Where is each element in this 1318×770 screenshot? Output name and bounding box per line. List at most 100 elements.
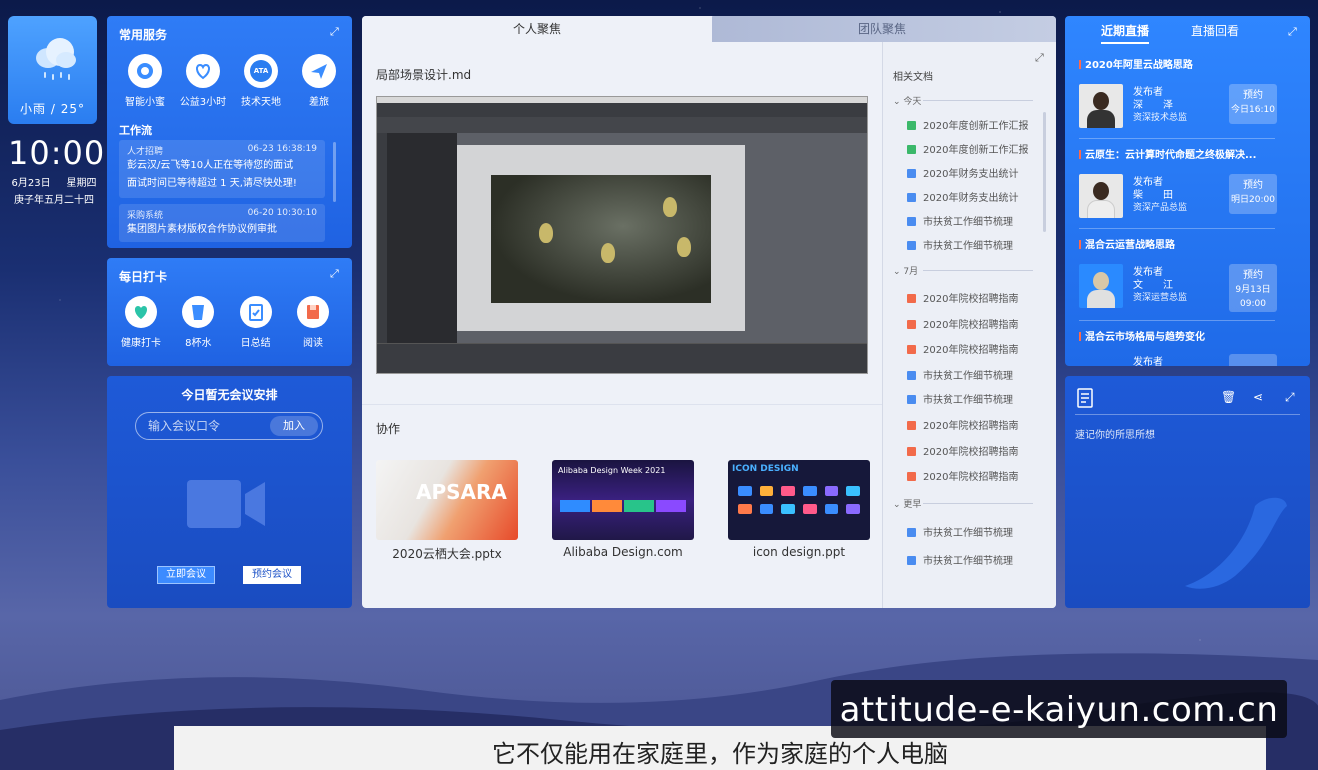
expand-icon[interactable]: ⤢ bbox=[1035, 52, 1047, 64]
doc-group-july[interactable]: ⌄ 7月 bbox=[893, 264, 918, 277]
share-icon[interactable]: ⋖ bbox=[1253, 390, 1263, 404]
note-input[interactable]: 速记你的所思所想 bbox=[1075, 426, 1155, 441]
tab-live-replay[interactable]: 直播回看 bbox=[1191, 22, 1239, 39]
reserve-button[interactable] bbox=[1229, 354, 1277, 366]
expand-icon[interactable]: ⤢ bbox=[330, 268, 342, 280]
doc-item[interactable]: 2020年财务支出统计 bbox=[907, 165, 1018, 180]
services-list: 智能小蜜 公益3小时 ATA 技术天地 差旅 bbox=[117, 54, 347, 108]
live-item-title[interactable]: 云原生：云计算时代命题之终极解决... bbox=[1079, 146, 1256, 161]
tab-personal-focus[interactable]: 个人聚焦 bbox=[362, 16, 712, 42]
checkin-item-water[interactable]: 8杯水 bbox=[176, 296, 220, 349]
doc-item[interactable]: 2020年院校招聘指南 bbox=[907, 443, 1018, 458]
service-label: 技术天地 bbox=[241, 97, 281, 108]
focus-panel: 团队聚焦 个人聚焦 局部场景设计.md 协作 APSARA 2020云栖大会.p… bbox=[362, 16, 1056, 608]
thumbnail-alibaba-design[interactable]: Alibaba Design Week 2021 bbox=[552, 460, 694, 540]
services-title: 常用服务 bbox=[119, 28, 168, 42]
checkin-label: 阅读 bbox=[302, 338, 323, 349]
meeting-code-input[interactable]: 输入会议口令 加入 bbox=[135, 412, 323, 440]
video-camera-icon bbox=[187, 480, 265, 528]
docs-scrollbar[interactable] bbox=[1043, 112, 1046, 232]
tab-team-focus[interactable]: 团队聚焦 bbox=[708, 16, 1056, 42]
weather-widget[interactable]: 小雨 / 25° bbox=[8, 16, 97, 124]
meeting-panel: 今日暂无会议安排 输入会议口令 加入 立即会议 预约会议 bbox=[107, 376, 352, 608]
live-item-title[interactable]: 2020年阿里云战略思路 bbox=[1079, 56, 1193, 71]
related-docs-title: 相关文档 bbox=[893, 72, 933, 83]
expand-icon[interactable]: ⤢ bbox=[1288, 26, 1300, 38]
checkin-item-reading[interactable]: 阅读 bbox=[291, 296, 335, 349]
live-item-meta: 发布者 深 泽 资深技术总监 bbox=[1133, 87, 1188, 123]
collab-title: 协作 bbox=[376, 422, 401, 436]
scene-image bbox=[491, 175, 711, 303]
file-title[interactable]: 局部场景设计.md bbox=[376, 66, 471, 83]
airplane-icon bbox=[302, 54, 336, 88]
watermark: attitude-e-kaiyun.com.cn bbox=[831, 680, 1287, 738]
service-item-travel[interactable]: 差旅 bbox=[291, 54, 347, 108]
doc-item[interactable]: 2020年院校招聘指南 bbox=[907, 316, 1018, 331]
subtitle-text: 它不仅能用在家庭里，作为家庭的个人电脑 bbox=[492, 740, 948, 768]
service-label: 公益3小时 bbox=[179, 97, 227, 108]
doc-item[interactable]: 市扶贫工作细节梳理 bbox=[907, 391, 1013, 406]
service-item-charity[interactable]: 公益3小时 bbox=[175, 54, 231, 108]
cup-icon bbox=[182, 296, 215, 328]
expand-icon[interactable]: ⤢ bbox=[1285, 390, 1295, 405]
related-docs: ⤢ 相关文档 ⌄ 今天 2020年度创新工作汇报 2020年度创新工作汇报 20… bbox=[882, 42, 1056, 608]
doc-item[interactable]: 2020年院校招聘指南 bbox=[907, 341, 1018, 356]
doc-group-earlier[interactable]: ⌄ 更早 bbox=[893, 497, 921, 510]
expand-icon[interactable]: ⤢ bbox=[330, 26, 342, 38]
join-button[interactable]: 加入 bbox=[270, 416, 318, 436]
doc-item[interactable]: 2020年度创新工作汇报 bbox=[907, 141, 1028, 156]
robot-icon bbox=[128, 54, 162, 88]
doc-item[interactable]: 2020年院校招聘指南 bbox=[907, 290, 1018, 305]
service-item-robot[interactable]: 智能小蜜 bbox=[117, 54, 173, 108]
doc-item[interactable]: 市扶贫工作细节梳理 bbox=[907, 367, 1013, 382]
checkin-label: 日总结 bbox=[240, 338, 271, 349]
reserve-button[interactable]: 预约 9月13日 09:00 bbox=[1229, 264, 1277, 312]
service-item-ata[interactable]: ATA 技术天地 bbox=[233, 54, 289, 108]
meeting-title: 今日暂无会议安排 bbox=[181, 388, 278, 402]
live-item-meta: 发布者 文 江 资深运营总监 bbox=[1133, 267, 1188, 303]
doc-item[interactable]: 2020年财务支出统计 bbox=[907, 189, 1018, 204]
avatar bbox=[1079, 174, 1123, 218]
weather-text: 小雨 / 25° bbox=[20, 102, 85, 116]
reserve-button[interactable]: 预约 今日16:10 bbox=[1229, 84, 1277, 124]
schedule-meeting-button[interactable]: 预约会议 bbox=[243, 566, 301, 584]
service-label: 差旅 bbox=[309, 97, 329, 108]
clock-date: 6月23日 bbox=[11, 178, 51, 189]
live-item-meta: 发布者 bbox=[1133, 357, 1163, 366]
doc-item[interactable]: 2020年院校招聘指南 bbox=[907, 417, 1018, 432]
live-item-title[interactable]: 混合云运营战略思路 bbox=[1079, 236, 1175, 251]
tab-recent-live[interactable]: 近期直播 bbox=[1101, 22, 1150, 44]
workflow-title: 工作流 bbox=[119, 124, 152, 137]
doc-item[interactable]: 2020年院校招聘指南 bbox=[907, 468, 1018, 483]
checkin-item-summary[interactable]: 日总结 bbox=[234, 296, 278, 349]
doc-item[interactable]: 市扶贫工作细节梳理 bbox=[907, 237, 1013, 252]
live-item-meta: 发布者 柴 田 资深产品总监 bbox=[1133, 177, 1188, 213]
checkin-item-health[interactable]: 健康打卡 bbox=[119, 296, 163, 349]
doc-group-today[interactable]: ⌄ 今天 bbox=[893, 94, 921, 107]
checkin-panel: 每日打卡 ⤢ 健康打卡 8杯水 日总结 阅读 bbox=[107, 258, 352, 366]
doc-item[interactable]: 2020年度创新工作汇报 bbox=[907, 117, 1028, 132]
workflow-item[interactable]: 人才招聘 06-23 16:38:19 彭云汉/云飞等10人正在等待您的面试 面试… bbox=[119, 140, 325, 198]
checkin-label: 健康打卡 bbox=[121, 338, 161, 349]
note-panel: 🗑 ⋖ ⤢ 速记你的所思所想 bbox=[1065, 376, 1310, 608]
ata-icon: ATA bbox=[244, 54, 278, 88]
file-preview[interactable] bbox=[376, 96, 868, 374]
heart-icon bbox=[125, 296, 157, 328]
rain-cloud-icon bbox=[36, 38, 76, 80]
book-icon bbox=[296, 296, 329, 328]
thumbnail-icon-design[interactable]: ICON DESIGN bbox=[728, 460, 870, 540]
workflow-item[interactable]: 采购系统 06-20 10:30:10 集团图片素材版权合作协议例审批 bbox=[119, 204, 325, 242]
doc-item[interactable]: 市扶贫工作细节梳理 bbox=[907, 213, 1013, 228]
live-item-title[interactable]: 混合云市场格局与趋势变化 bbox=[1079, 328, 1205, 343]
doc-item[interactable]: 市扶贫工作细节梳理 bbox=[907, 552, 1013, 567]
doc-item[interactable]: 市扶贫工作细节梳理 bbox=[907, 524, 1013, 539]
thumbnail-apsara[interactable]: APSARA bbox=[376, 460, 518, 540]
trash-icon[interactable]: 🗑 bbox=[1221, 390, 1236, 404]
avatar bbox=[1079, 84, 1123, 128]
start-meeting-button[interactable]: 立即会议 bbox=[157, 566, 215, 584]
clock-weekday: 星期四 bbox=[66, 178, 97, 189]
live-panel: 近期直播 直播回看 ⤢ 2020年阿里云战略思路 发布者 深 泽 资深技术总监 … bbox=[1065, 16, 1310, 366]
workflow-text: 集团图片素材版权合作协议例审批 bbox=[127, 224, 277, 235]
workflow-scrollbar[interactable] bbox=[333, 142, 336, 202]
reserve-button[interactable]: 预约 明日20:00 bbox=[1229, 174, 1277, 214]
